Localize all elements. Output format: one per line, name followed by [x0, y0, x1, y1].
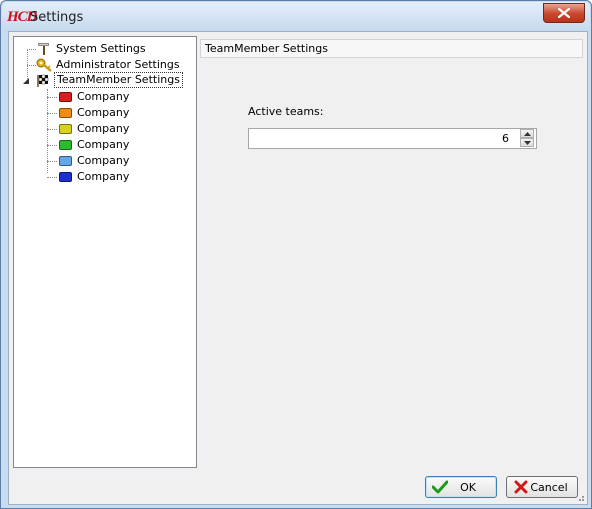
title-bar[interactable]: HCD Settings [2, 2, 590, 32]
tree-connector [47, 129, 57, 130]
tree-connector [47, 161, 57, 162]
tree-connector [27, 49, 36, 50]
tree-item-label: Company [77, 90, 130, 103]
cancel-button-label: Cancel [530, 481, 568, 494]
spin-up-button[interactable] [520, 129, 534, 138]
expand-arrow-icon[interactable] [23, 78, 30, 85]
close-icon [558, 8, 570, 18]
tree-item-label: Company [77, 154, 130, 167]
hammer-wrench-icon [38, 43, 49, 55]
active-teams-spinner [248, 128, 537, 149]
cancel-button[interactable]: Cancel [506, 476, 578, 498]
checkered-flag-icon [37, 74, 49, 87]
close-button[interactable] [543, 3, 585, 23]
active-teams-label: Active teams: [248, 105, 324, 118]
team-color-swatch [59, 140, 72, 150]
team-color-swatch [59, 108, 72, 118]
ok-button[interactable]: OK [425, 476, 497, 498]
tree-item-label: Administrator Settings [56, 58, 180, 71]
team-color-swatch [59, 156, 72, 166]
settings-window: HCD Settings System Settings Administrat… [0, 0, 592, 509]
resize-grip-icon[interactable] [575, 494, 585, 502]
team-color-swatch [59, 124, 72, 134]
tree-item-label: Company [77, 138, 130, 151]
tree-item-label: Company [77, 170, 130, 183]
section-header: TeamMember Settings [200, 39, 583, 58]
tree-connector [47, 97, 57, 98]
tree-item-label: System Settings [56, 42, 146, 55]
tree-item-label: Company [77, 122, 130, 135]
keys-icon [36, 58, 52, 72]
tree-item-label: Company [77, 106, 130, 119]
tree-connector [47, 145, 57, 146]
chevron-up-icon [524, 132, 531, 136]
tree-connector [47, 113, 57, 114]
tree-connector [27, 65, 36, 66]
team-color-swatch [59, 172, 72, 182]
active-teams-input[interactable] [249, 129, 513, 148]
team-color-swatch [59, 92, 72, 102]
ok-button-label: OK [460, 481, 476, 494]
window-title: Settings [30, 10, 84, 25]
spin-down-button[interactable] [520, 138, 534, 147]
settings-tree[interactable]: System Settings Administrator Settings T… [13, 36, 197, 468]
chevron-down-icon [524, 141, 531, 145]
dialog-body: System Settings Administrator Settings T… [8, 31, 588, 505]
tree-item-label: TeamMember Settings [54, 72, 183, 88]
tree-connector [47, 177, 57, 178]
